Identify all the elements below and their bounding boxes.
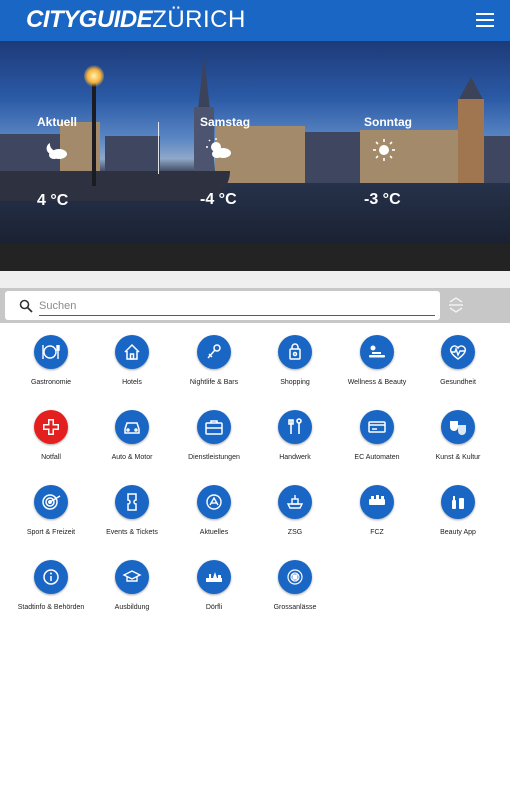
category-label: Dienstleistungen <box>188 454 240 461</box>
massage-icon <box>360 335 394 369</box>
category-label: FCZ <box>370 529 384 536</box>
category-doerfli[interactable]: Dörfli <box>172 560 256 624</box>
category-ec-automaten[interactable]: EC Automaten <box>335 410 419 474</box>
app-bar: CITYGUIDEZÜRICH <box>0 0 510 41</box>
category-label: Notfall <box>41 454 61 461</box>
weather-sunday: Sonntag <box>364 115 412 129</box>
category-label: Wellness & Beauty <box>347 379 407 386</box>
category-auto[interactable]: Auto & Motor <box>90 410 174 474</box>
category-label: Hotels <box>122 379 142 386</box>
info-icon <box>34 560 68 594</box>
card-icon <box>360 410 394 444</box>
category-label: Shopping <box>280 379 310 386</box>
tools-icon <box>278 410 312 444</box>
category-label: Nightlife & Bars <box>189 379 239 386</box>
cosmetics-icon <box>441 485 475 519</box>
logo-brand: CITYGUIDE <box>26 6 153 33</box>
news-icon <box>197 485 231 519</box>
weather-day-label: Samstag <box>200 115 251 129</box>
weather-day-label: Sonntag <box>364 115 412 129</box>
cross-icon <box>34 410 68 444</box>
category-label: Handwerk <box>279 454 311 461</box>
search-input[interactable] <box>39 296 435 316</box>
category-label: Gesundheit <box>440 379 476 386</box>
category-beauty-app[interactable]: Beauty App <box>416 485 500 549</box>
search-box <box>5 291 440 320</box>
app-logo[interactable]: CITYGUIDEZÜRICH <box>26 7 246 36</box>
category-zsg[interactable]: ZSG <box>253 485 337 549</box>
category-label: Aktuelles <box>199 529 229 536</box>
weather-hero: Aktuell 4 °C Samstag -4 °C Sonntag -3 °C <box>0 41 510 244</box>
category-gastronomie[interactable]: Gastronomie <box>9 335 93 399</box>
weather-day-label: Aktuell <box>37 115 78 129</box>
category-handwerk[interactable]: Handwerk <box>253 410 337 474</box>
category-kunst[interactable]: Kunst & Kultur <box>416 410 500 474</box>
hamburger-menu-icon[interactable] <box>476 13 494 27</box>
car-icon <box>115 410 149 444</box>
logo-city: ZÜRICH <box>152 6 246 33</box>
microphone-icon <box>197 335 231 369</box>
graduation-icon <box>115 560 149 594</box>
zsg-logo-icon <box>278 485 312 519</box>
category-wellness[interactable]: Wellness & Beauty <box>335 335 419 399</box>
category-label: EC Automaten <box>354 454 400 461</box>
weather-saturday: Samstag <box>200 115 250 129</box>
category-label: Auto & Motor <box>111 454 153 461</box>
category-fcz[interactable]: FCZ <box>335 485 419 549</box>
weather-temp: -4 °C <box>200 191 237 208</box>
fcz-logo-icon <box>360 485 394 519</box>
category-label: Beauty App <box>440 529 476 536</box>
category-nightlife[interactable]: Nightlife & Bars <box>172 335 256 399</box>
hero-footer-bar <box>0 244 510 271</box>
search-icon <box>19 299 33 313</box>
category-aktuelles[interactable]: Aktuelles <box>172 485 256 549</box>
category-grossanlaesse[interactable]: Grossanlässe <box>253 560 337 624</box>
heart-pulse-icon <box>441 335 475 369</box>
target-icon <box>34 485 68 519</box>
category-notfall[interactable]: Notfall <box>9 410 93 474</box>
weather-current: Aktuell <box>37 115 77 129</box>
category-events[interactable]: Events & Tickets <box>90 485 174 549</box>
house-icon <box>115 335 149 369</box>
crest-icon <box>278 560 312 594</box>
village-icon <box>197 560 231 594</box>
category-label: Ausbildung <box>114 604 150 611</box>
partly-cloudy-night-icon <box>46 143 67 159</box>
category-stadtinfo[interactable]: Stadtinfo & Behörden <box>9 560 93 624</box>
category-label: Gastronomie <box>30 379 72 386</box>
category-hotels[interactable]: Hotels <box>90 335 174 399</box>
search-bar <box>0 288 510 323</box>
category-dienstleistungen[interactable]: Dienstleistungen <box>172 410 256 474</box>
weather-temp: -3 °C <box>364 191 401 208</box>
category-gesundheit[interactable]: Gesundheit <box>416 335 500 399</box>
category-shopping[interactable]: Shopping <box>253 335 337 399</box>
weather-temp: 4 °C <box>37 192 69 209</box>
category-label: Grossanlässe <box>273 604 317 611</box>
briefcase-icon <box>197 410 231 444</box>
theater-masks-icon <box>441 410 475 444</box>
ticket-icon <box>115 485 149 519</box>
category-label: Sport & Freizeit <box>26 529 76 536</box>
cutlery-icon <box>34 335 68 369</box>
sun-cloud-icon <box>206 138 231 158</box>
category-label: ZSG <box>287 529 303 536</box>
category-label: Stadtinfo & Behörden <box>17 604 85 611</box>
category-label: Dörfli <box>205 604 223 611</box>
category-label: Events & Tickets <box>106 529 158 536</box>
separator-band <box>0 271 510 288</box>
category-sport[interactable]: Sport & Freizeit <box>9 485 93 549</box>
shopping-bag-icon <box>278 335 312 369</box>
sort-icon[interactable] <box>448 296 464 314</box>
category-label: Kunst & Kultur <box>435 454 481 461</box>
category-ausbildung[interactable]: Ausbildung <box>90 560 174 624</box>
sun-icon <box>373 139 395 161</box>
